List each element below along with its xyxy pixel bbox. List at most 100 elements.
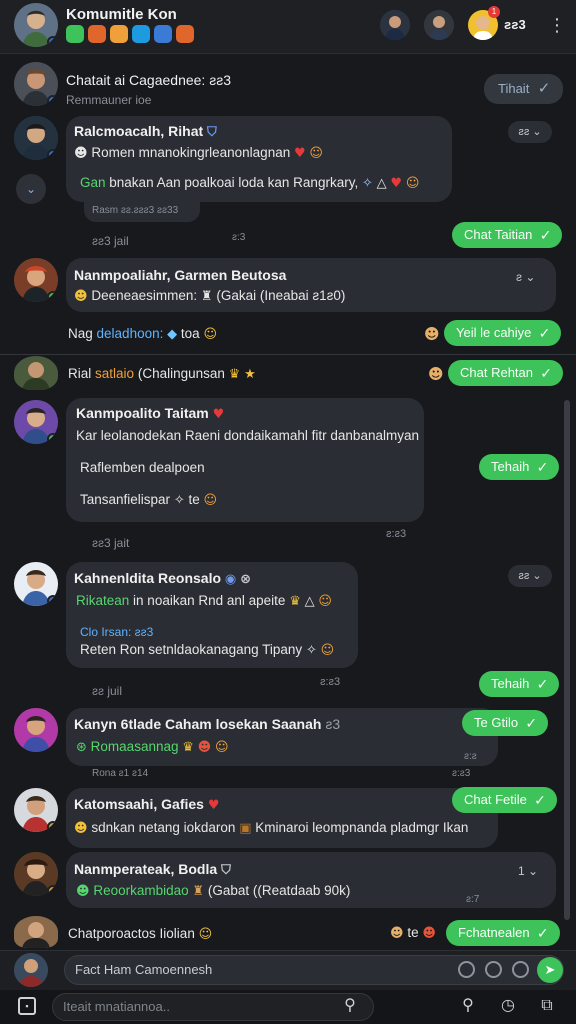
reply-chip[interactable]: Chat Fetile bbox=[452, 787, 557, 813]
message-text: ☻ Deeneaesimmen: ♜ (Gakai (Ineabai ƨ1ƨ0) bbox=[74, 288, 345, 304]
message-stamp-secondary: ƨ:ƨ bbox=[464, 751, 477, 762]
trophy-emoji-icon: ♛ bbox=[228, 367, 241, 382]
smile-emoji-icon: ☻ bbox=[390, 926, 404, 941]
mask-emoji-icon: ⊗ bbox=[240, 572, 252, 587]
grin-emoji-icon: ☺ bbox=[320, 643, 335, 658]
send-button[interactable]: ➤ bbox=[537, 957, 563, 983]
author-name: Nanmperateak, Bodla bbox=[74, 861, 218, 877]
caption-link[interactable]: deladhoon: bbox=[97, 326, 164, 341]
reply-chip[interactable]: Tihait bbox=[484, 74, 564, 104]
message-text: Tansanfielispar ✧ te ☺ bbox=[80, 492, 217, 508]
status-icon bbox=[110, 25, 128, 43]
user-avatar[interactable] bbox=[14, 852, 58, 896]
user-avatar[interactable] bbox=[14, 356, 58, 390]
reply-chip[interactable]: Yeil le cahiye bbox=[444, 320, 562, 346]
author-name: Katomsaahi, Gafies bbox=[74, 796, 204, 812]
grin-emoji-icon: ☺ bbox=[203, 493, 218, 508]
message-line: Tansanfielispar bbox=[80, 492, 171, 507]
search-icon[interactable]: ⚲ bbox=[458, 996, 478, 1016]
reply-chip[interactable]: Chat Taitian bbox=[452, 222, 563, 248]
author-name: Ralcmoacalh, Rihat bbox=[74, 123, 204, 139]
author-name: Kanyn 6tlade Caham losekan Saanah bbox=[74, 716, 322, 732]
heart-emoji-icon: ♥ bbox=[207, 798, 220, 813]
reply-chip[interactable]: Tehaih bbox=[479, 671, 560, 697]
message-text: Reten Ron setnldaokanagang Tipany ✧ ☺ bbox=[80, 642, 334, 658]
message-time-secondary: ƨ:7 bbox=[466, 894, 480, 905]
message-line: (Gakai (Ineabai ƨ1ƨ0) bbox=[216, 288, 346, 303]
reply-chip[interactable]: Chat Rehtan bbox=[448, 360, 563, 386]
reaction-emoji-icon: ☻ bbox=[428, 365, 444, 383]
emoji-icon[interactable] bbox=[512, 961, 529, 978]
message-options-button[interactable]: ƨƨ ⌄ bbox=[508, 565, 552, 587]
message-line: Deeneaesimmen: bbox=[91, 288, 198, 303]
user-avatar[interactable] bbox=[14, 916, 58, 948]
message-text: ☻ Romen mnanokingrleanonlagnan ♥ ☺ bbox=[74, 145, 323, 161]
message-reactions: ☻ te ☻ bbox=[390, 925, 436, 941]
trophy-emoji-icon: ♛ bbox=[182, 740, 194, 755]
highlight-text: Rikatean bbox=[76, 593, 130, 608]
member-avatar[interactable] bbox=[424, 10, 454, 40]
verified-icon bbox=[47, 149, 58, 160]
message-author: Kanmpoalito Taitam ♥ bbox=[76, 405, 224, 422]
window-icon[interactable]: ⧉ bbox=[537, 996, 557, 1016]
user-avatar[interactable] bbox=[14, 62, 58, 106]
message-author: Ralcmoacalh, Rihat ⛉ bbox=[74, 123, 217, 140]
author-name: Rial bbox=[68, 366, 92, 381]
user-avatar[interactable] bbox=[14, 258, 58, 302]
message-line: Reten Ron setnldaokanagang Tipany bbox=[80, 642, 303, 657]
author-highlight: satlaio bbox=[95, 366, 135, 381]
message-time: ƨƨ3 jail bbox=[92, 234, 129, 248]
verified-shield-icon: ⛉ bbox=[207, 125, 217, 140]
author-name: Kanmpoalito Taitam bbox=[76, 405, 209, 421]
highlight-text: Romaasannag bbox=[90, 739, 179, 754]
search-input[interactable]: Iteait mnatiannoa.. bbox=[52, 993, 374, 1021]
scroll-down-button[interactable]: ⌄ bbox=[16, 174, 46, 204]
reply-chip[interactable]: Te Gtilo bbox=[462, 710, 549, 736]
reply-chip[interactable]: Tehaih bbox=[479, 454, 560, 480]
message-text: Rikatean in noaikan Rnd anl apeite ♛ △ ☺ bbox=[76, 593, 332, 609]
message-time-secondary: ƨ:ƨ3 bbox=[452, 768, 471, 779]
clock-icon[interactable]: ◷ bbox=[498, 996, 518, 1016]
user-avatar[interactable] bbox=[14, 116, 58, 160]
message-line: te bbox=[188, 492, 200, 507]
message-time: ƨƨ juil bbox=[92, 684, 123, 698]
message-time-secondary: ƨ:ƨ3 bbox=[386, 528, 407, 540]
user-avatar[interactable] bbox=[14, 562, 58, 606]
heart-emoji-icon: ♥ bbox=[212, 407, 225, 422]
group-avatar[interactable] bbox=[14, 3, 58, 47]
pin-icon[interactable]: ⚲ bbox=[340, 996, 360, 1016]
sticker-icon[interactable] bbox=[485, 961, 502, 978]
camera-icon[interactable] bbox=[458, 961, 475, 978]
status-icon bbox=[154, 25, 172, 43]
header-status-icons bbox=[66, 25, 194, 43]
status-icon bbox=[88, 25, 106, 43]
options-count: ƨƨ bbox=[518, 570, 530, 582]
verified-icon bbox=[47, 291, 58, 302]
warning-emoji-icon: △ bbox=[304, 594, 315, 609]
red-face-emoji-icon: ☻ bbox=[422, 926, 436, 941]
user-avatar[interactable] bbox=[14, 708, 58, 752]
member-avatar[interactable] bbox=[380, 10, 410, 40]
grin-emoji-icon: ☺ bbox=[405, 176, 420, 191]
chat-scrollbar[interactable] bbox=[564, 400, 570, 920]
star-emoji-icon: ★ bbox=[244, 367, 256, 382]
message-options-button[interactable]: ƨƨ ⌄ bbox=[508, 121, 552, 143]
user-avatar[interactable] bbox=[14, 788, 58, 832]
options-count: ƨƨ bbox=[518, 126, 530, 138]
verified-icon bbox=[47, 433, 58, 444]
verified-icon bbox=[47, 821, 58, 832]
message-line: in noaikan Rnd anl apeite bbox=[129, 593, 286, 608]
message-menu-icon[interactable]: 1 ⌄ bbox=[518, 864, 538, 878]
verified-icon bbox=[47, 595, 58, 606]
reply-chip[interactable]: Fchatnealen bbox=[446, 920, 560, 946]
red-face-emoji-icon: ☻ bbox=[197, 740, 212, 755]
square-icon[interactable]: ▪ bbox=[18, 997, 36, 1015]
my-avatar[interactable] bbox=[14, 953, 48, 987]
trophy-emoji-icon: ♛ bbox=[289, 594, 301, 609]
user-avatar[interactable] bbox=[14, 400, 58, 444]
message-author: Nanmpoaliahr, Garmen Beutosa bbox=[74, 267, 287, 283]
more-options-icon[interactable]: ⋮ bbox=[548, 13, 566, 37]
message-line: bnakan Aan poalkoai loda kan Rangrkary, bbox=[105, 175, 359, 190]
notification-badge: 1 bbox=[488, 6, 500, 18]
message-menu-icon[interactable]: ƨ ⌄ bbox=[516, 270, 535, 284]
